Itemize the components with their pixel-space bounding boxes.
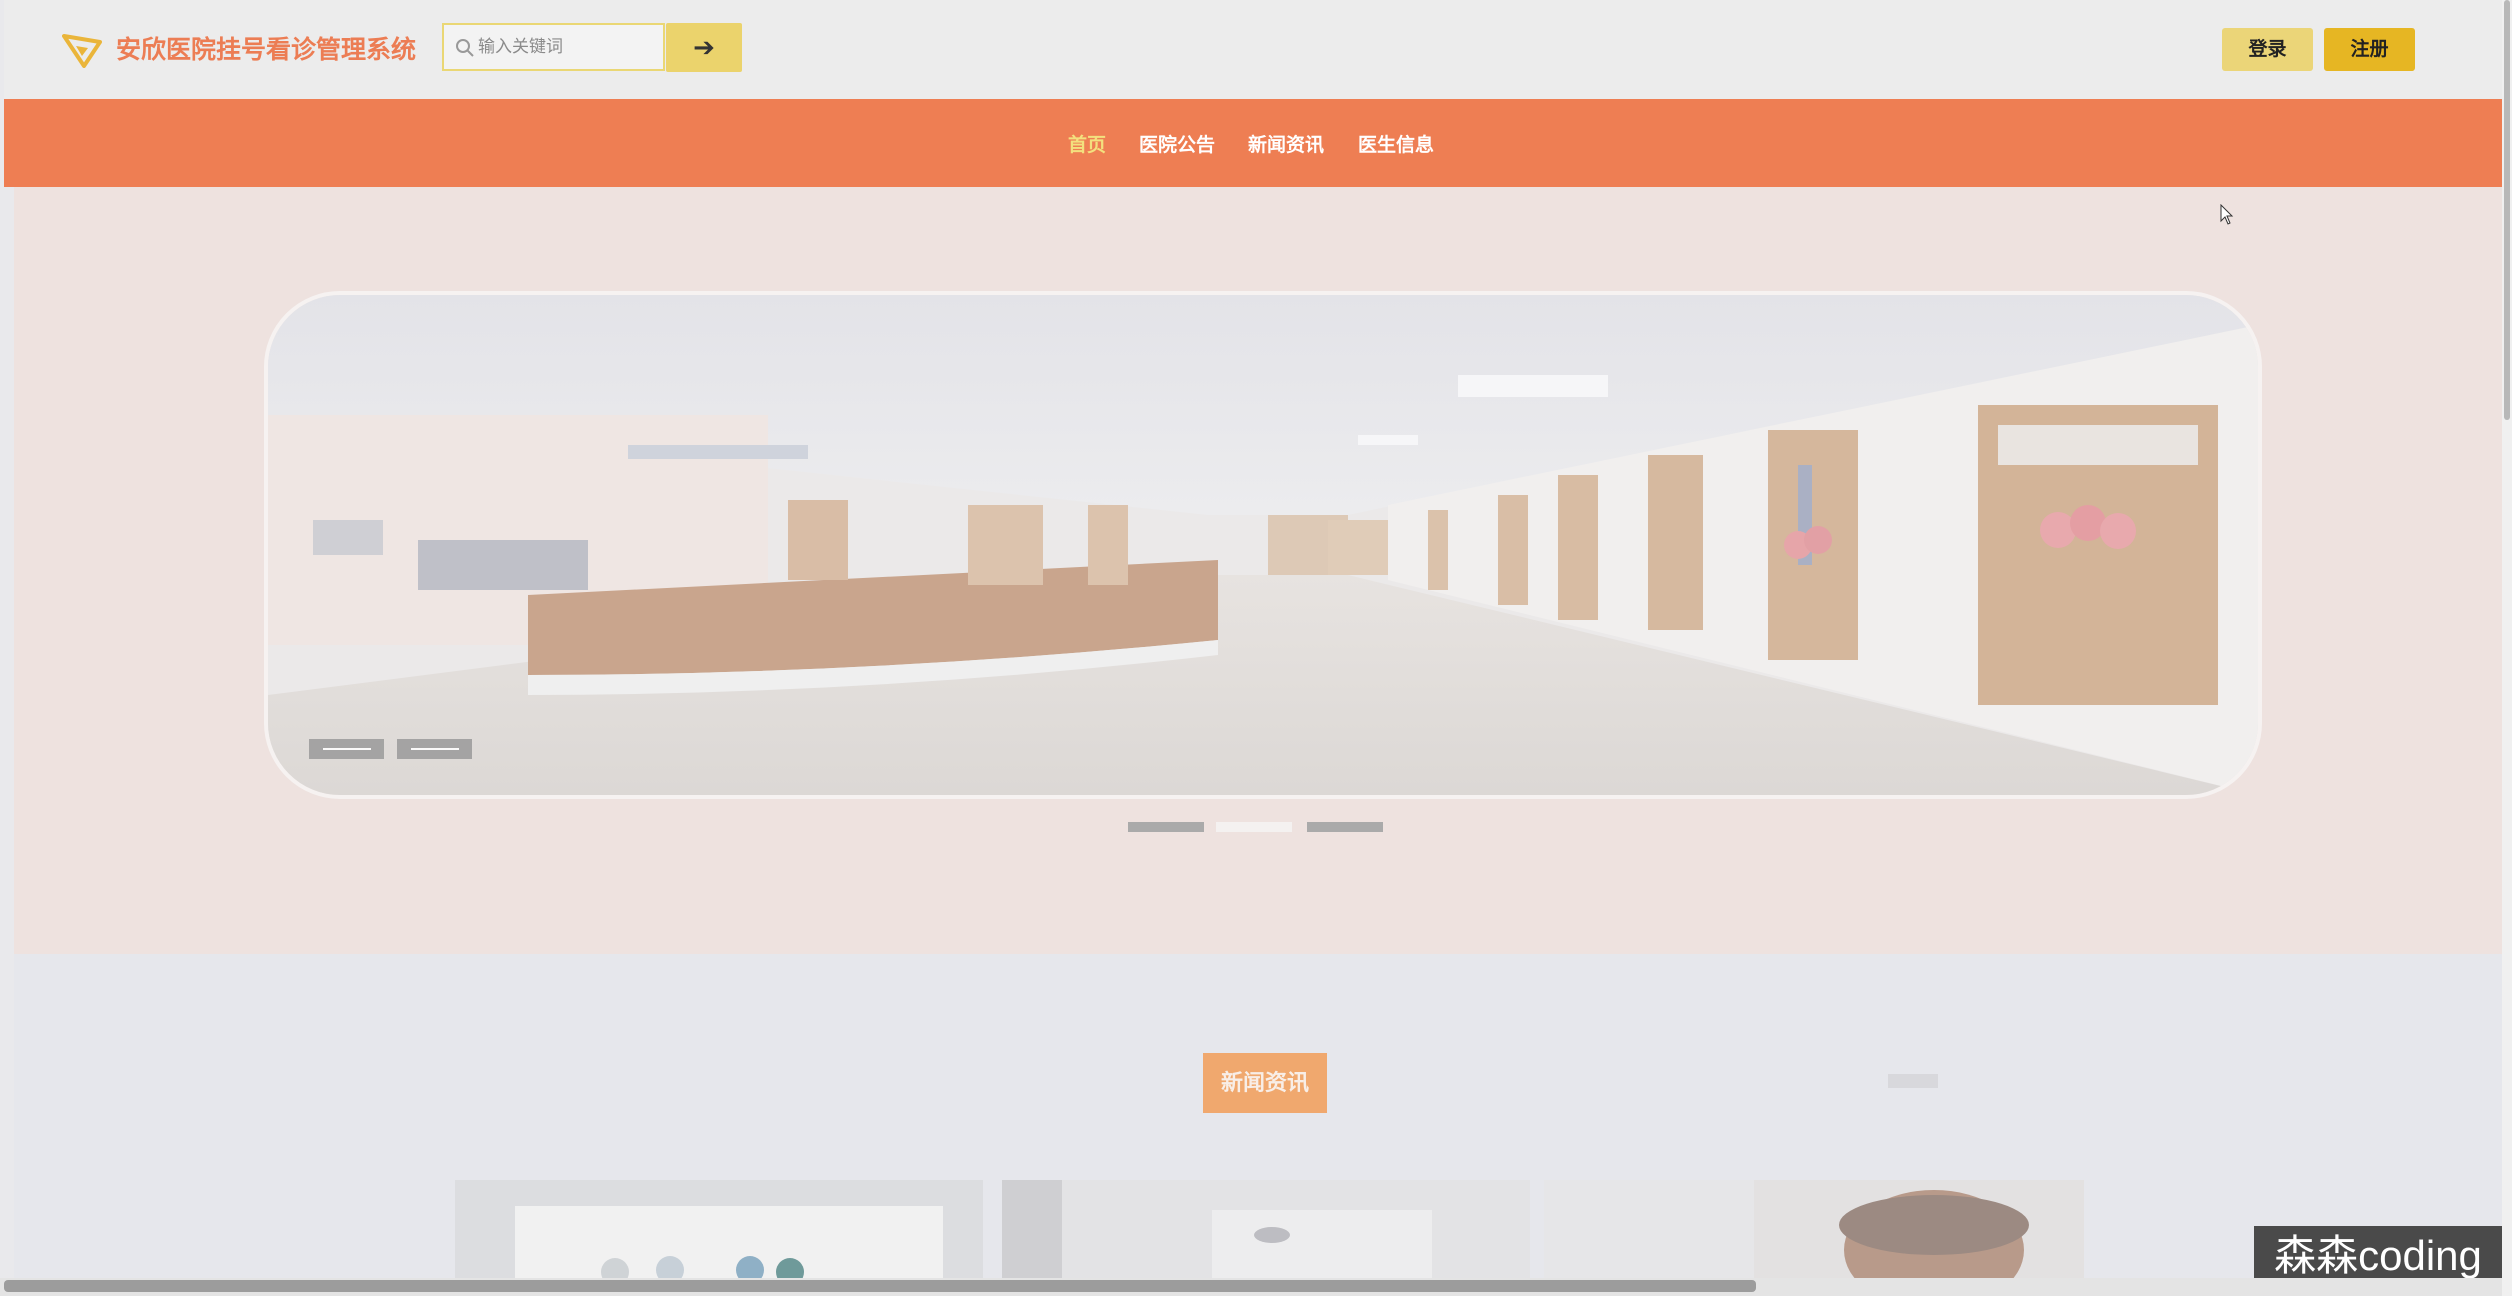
- nav-item-doctors[interactable]: 医生信息: [1358, 130, 1434, 157]
- arrow-left-icon: [323, 748, 371, 750]
- hospital-corridor-image: [268, 295, 2258, 795]
- decorative-mark: [1888, 1074, 1938, 1088]
- search-input[interactable]: [478, 25, 658, 69]
- nav-item-news[interactable]: 新闻资讯: [1248, 130, 1324, 157]
- search-icon: [456, 39, 474, 57]
- news-section-title: 新闻资讯: [1203, 1053, 1327, 1113]
- horizontal-scrollbar-thumb[interactable]: [4, 1280, 1756, 1292]
- watermark: 森森coding: [2254, 1226, 2502, 1286]
- register-button[interactable]: 注册: [2324, 28, 2415, 71]
- nav-item-announcements[interactable]: 医院公告: [1139, 130, 1215, 157]
- carousel-dot-3[interactable]: [1307, 822, 1383, 832]
- mouse-cursor-icon: [2220, 204, 2234, 225]
- arrow-right-icon: ➔: [693, 32, 715, 62]
- arrow-right-icon: [411, 748, 459, 750]
- carousel-dot-1[interactable]: [1128, 822, 1204, 832]
- paper-plane-icon: [62, 34, 102, 68]
- carousel-dot-2[interactable]: [1216, 822, 1292, 832]
- carousel-slide[interactable]: [264, 291, 2262, 799]
- search-button[interactable]: ➔: [666, 23, 742, 72]
- search-box: [442, 23, 665, 71]
- login-button[interactable]: 登录: [2222, 28, 2313, 71]
- carousel-prev-button[interactable]: [309, 739, 384, 759]
- vertical-scrollbar-thumb[interactable]: [2504, 0, 2510, 420]
- nav-item-home[interactable]: 首页: [1068, 130, 1106, 157]
- carousel-next-button[interactable]: [397, 739, 472, 759]
- site-title: 安欣医院挂号看诊管理系统: [116, 36, 417, 64]
